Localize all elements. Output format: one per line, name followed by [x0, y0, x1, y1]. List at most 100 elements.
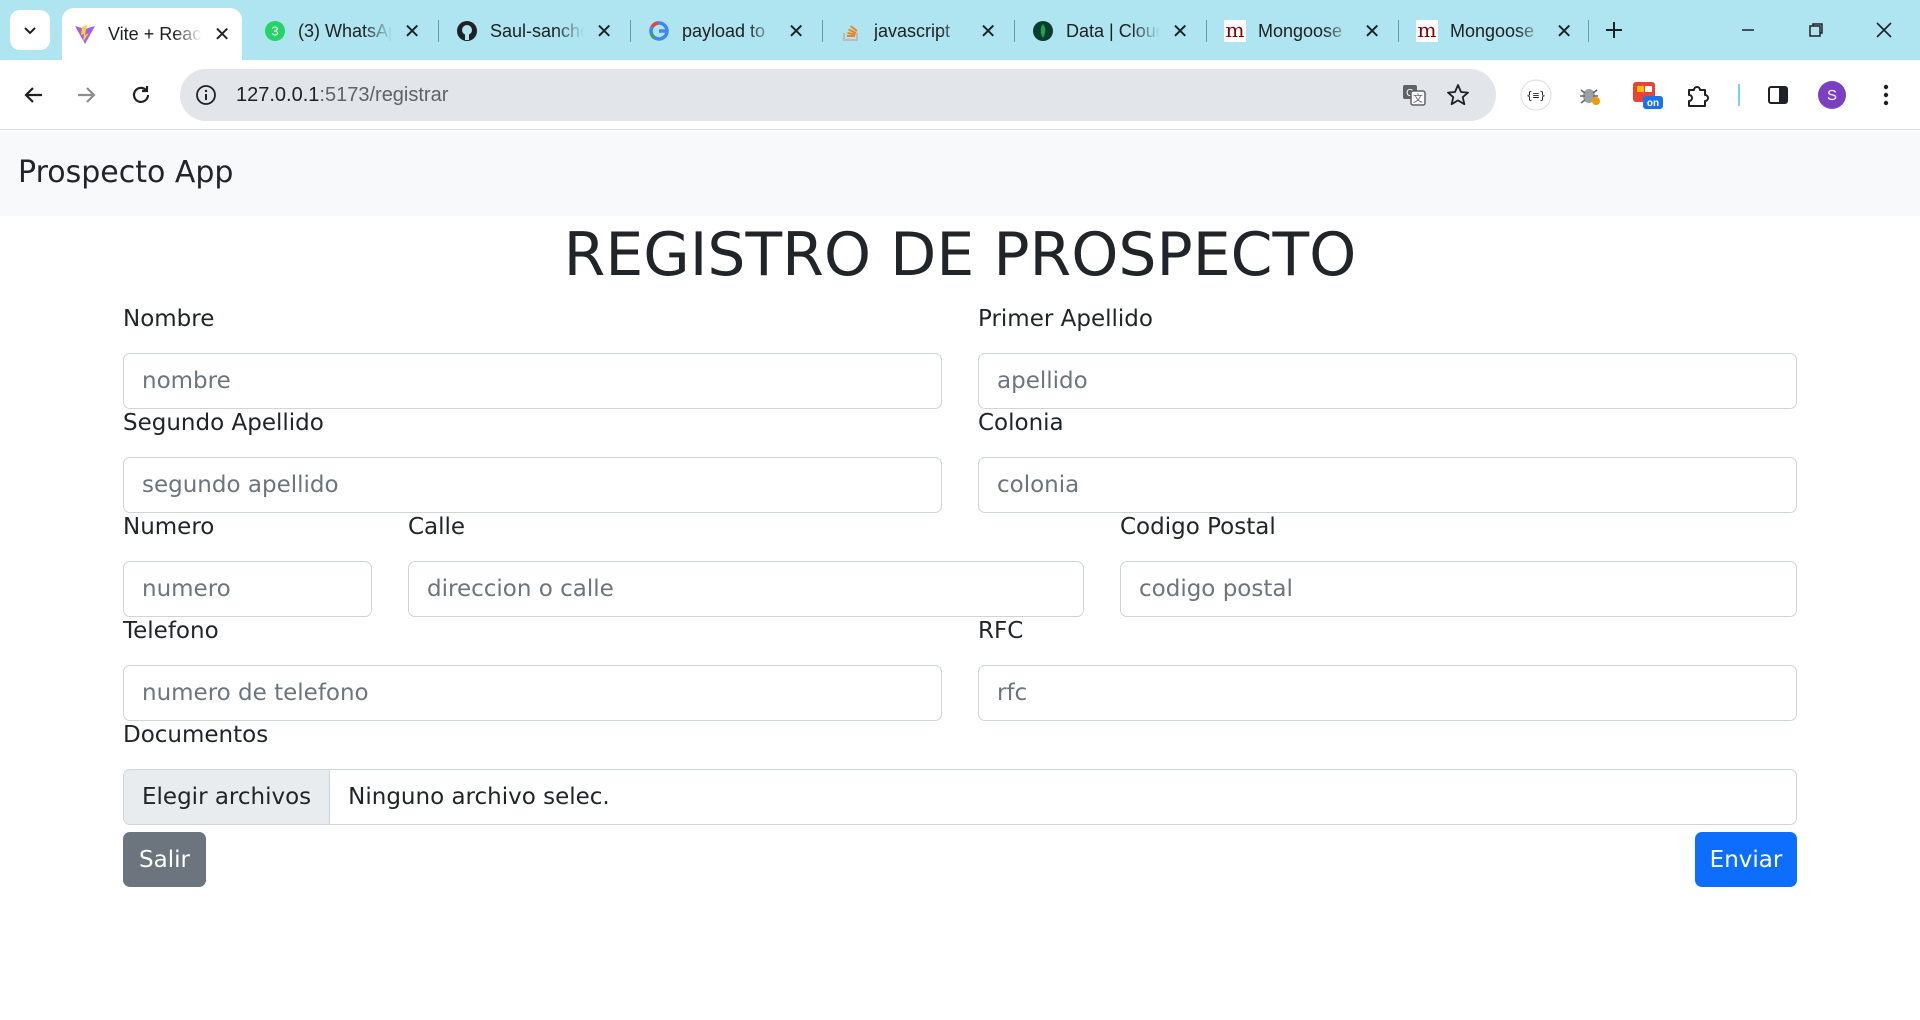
side-panel-icon[interactable]: [1760, 77, 1796, 113]
extension-badge-text: on: [1647, 98, 1659, 109]
tab-mongoose-1[interactable]: m Mongoose ✕: [1212, 12, 1392, 50]
telefono-label: Telefono: [123, 618, 219, 644]
choose-files-button[interactable]: Elegir archivos: [124, 770, 331, 824]
codigo-postal-input[interactable]: [1120, 561, 1797, 617]
nombre-label: Nombre: [123, 306, 215, 332]
tab-separator: [630, 20, 631, 42]
svg-text:{≡}: {≡}: [1526, 89, 1546, 102]
page-title: REGISTRO DE PROSPECTO: [563, 220, 1357, 290]
primer-apellido-group: Primer Apellido: [978, 303, 1797, 409]
json-formatter-extension-icon[interactable]: {≡}: [1518, 77, 1554, 113]
mongoose-icon: m: [1224, 20, 1246, 42]
tab-google[interactable]: payload to ✕: [636, 12, 816, 50]
tab-separator: [438, 20, 439, 42]
translate-icon[interactable]: G文: [1398, 79, 1430, 111]
profile-avatar[interactable]: S: [1818, 81, 1846, 109]
rfc-group: RFC: [978, 615, 1797, 721]
close-tab-icon[interactable]: ✕: [786, 21, 806, 43]
bug-extension-icon[interactable]: [1572, 77, 1608, 113]
tab-title: Data | Cloud: [1066, 20, 1161, 41]
browser-tab-strip: Vite + React ✕ 3 (3) WhatsApp ✕ Saul-san…: [0, 0, 1920, 60]
close-tab-icon[interactable]: ✕: [402, 21, 422, 43]
app-navbar: Prospecto App: [0, 131, 1920, 216]
colonia-input[interactable]: [978, 457, 1797, 513]
site-info-icon[interactable]: [180, 69, 232, 121]
tab-mongodb[interactable]: Data | Cloud ✕: [1020, 12, 1200, 50]
tab-separator: [1588, 20, 1589, 42]
close-tab-icon[interactable]: ✕: [212, 24, 232, 46]
close-window-button[interactable]: [1864, 12, 1904, 48]
tab-title: Mongoose: [1450, 20, 1535, 41]
browser-menu-button[interactable]: [1868, 77, 1904, 113]
more-vertical-icon: [1883, 84, 1889, 106]
close-icon: [1876, 22, 1892, 38]
segundo-apellido-group: Segundo Apellido: [123, 407, 942, 513]
tab-separator: [1206, 20, 1207, 42]
close-tab-icon[interactable]: ✕: [1362, 21, 1382, 43]
tab-github[interactable]: Saul-sanchez ✕: [444, 12, 624, 50]
url-path: :5173/registrar: [319, 83, 449, 106]
close-tab-icon[interactable]: ✕: [1170, 21, 1190, 43]
enviar-button[interactable]: Enviar: [1695, 832, 1797, 887]
plus-icon: [1606, 22, 1622, 38]
arrow-right-icon: [78, 87, 96, 103]
telefono-group: Telefono: [123, 615, 942, 721]
navbar-brand[interactable]: Prospecto App: [18, 155, 233, 190]
segundo-apellido-input[interactable]: [123, 457, 942, 513]
tab-stackoverflow[interactable]: javascript ✕: [828, 12, 1008, 50]
tab-vite[interactable]: Vite + React ✕: [62, 8, 242, 60]
svg-text:m: m: [1226, 20, 1245, 42]
reload-button[interactable]: [121, 75, 161, 115]
minimize-button[interactable]: [1728, 12, 1768, 48]
file-status-text: Ninguno archivo selec.: [348, 784, 610, 810]
numero-group: Numero: [123, 511, 372, 617]
calle-label: Calle: [408, 514, 466, 540]
tab-whatsapp[interactable]: 3 (3) WhatsApp ✕: [252, 12, 432, 50]
new-tab-button[interactable]: [1598, 14, 1630, 46]
tab-mongoose-2[interactable]: m Mongoose ✕: [1404, 12, 1584, 50]
calle-input[interactable]: [408, 561, 1084, 617]
calle-group: Calle: [408, 511, 1084, 617]
github-icon: [456, 20, 478, 42]
reload-icon: [132, 86, 150, 103]
codigo-postal-label: Codigo Postal: [1120, 514, 1276, 540]
extensions-puzzle-icon[interactable]: [1680, 77, 1716, 113]
primer-apellido-label: Primer Apellido: [978, 306, 1153, 332]
toolbar-separator: [1738, 84, 1740, 106]
colonia-label: Colonia: [978, 410, 1064, 436]
url-host: 127.0.0.1: [236, 83, 320, 106]
chevron-down-icon: [24, 27, 36, 35]
tab-separator: [1398, 20, 1399, 42]
tab-title: payload to: [682, 20, 766, 41]
documentos-file-input[interactable]: Elegir archivos Ninguno archivo selec.: [123, 769, 1797, 825]
forward-button[interactable]: [66, 75, 106, 115]
numero-label: Numero: [123, 514, 215, 540]
mongodb-leaf-icon: [1032, 20, 1054, 42]
address-bar[interactable]: 127.0.0.1:5173/registrar G文: [180, 69, 1496, 121]
url-text[interactable]: 127.0.0.1:5173/registrar: [236, 84, 448, 107]
tab-title: (3) WhatsApp: [298, 20, 392, 41]
vite-icon: [74, 23, 96, 45]
tab-search-button[interactable]: [10, 10, 50, 50]
back-button[interactable]: [14, 75, 54, 115]
mongoose-icon: m: [1416, 20, 1438, 42]
salir-button[interactable]: Salir: [123, 832, 206, 887]
nombre-group: Nombre: [123, 303, 942, 409]
bookmark-star-icon[interactable]: [1442, 79, 1474, 111]
close-tab-icon[interactable]: ✕: [594, 21, 614, 43]
arrow-left-icon: [24, 87, 42, 103]
telefono-input[interactable]: [123, 665, 942, 721]
close-tab-icon[interactable]: ✕: [978, 21, 998, 43]
rfc-input[interactable]: [978, 665, 1797, 721]
tab-title: Vite + React: [108, 23, 203, 44]
tab-title: Mongoose: [1258, 20, 1343, 41]
close-tab-icon[interactable]: ✕: [1554, 21, 1574, 43]
primer-apellido-input[interactable]: [978, 353, 1797, 409]
svg-text:文: 文: [1413, 92, 1423, 105]
on-badge-extension-icon[interactable]: on: [1630, 77, 1666, 113]
whatsapp-icon: 3: [264, 20, 286, 42]
restore-button[interactable]: [1796, 12, 1836, 48]
numero-input[interactable]: [123, 561, 372, 617]
nombre-input[interactable]: [123, 353, 942, 409]
tab-title: Saul-sanchez: [490, 20, 584, 41]
